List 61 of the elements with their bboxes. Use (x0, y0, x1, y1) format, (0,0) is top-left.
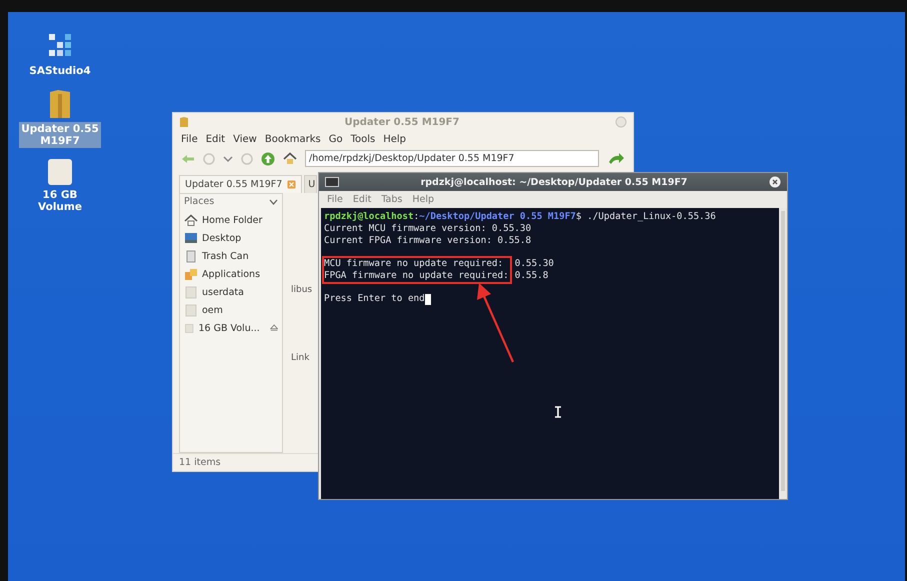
command-text: $ ./Updater_Linux-0.55.36 (576, 211, 716, 222)
drive-icon (184, 322, 194, 334)
drive-icon (184, 286, 198, 298)
window-title: Updater 0.55 M19F7 (344, 116, 460, 128)
output-line: MCU firmware no update required: (324, 258, 504, 270)
menu-item[interactable]: Help (412, 194, 434, 205)
home-icon[interactable] (283, 152, 297, 165)
menu-item[interactable]: Edit (206, 134, 226, 145)
eject-icon[interactable] (270, 323, 278, 333)
version-value: 0.55.8 (514, 270, 550, 282)
sidebar-item[interactable]: userdata (202, 286, 244, 298)
sidebar-item[interactable]: Desktop (202, 232, 242, 244)
sidebar-item[interactable]: Home Folder (202, 214, 262, 226)
drive-icon[interactable] (47, 158, 73, 186)
prompt-separator: : (414, 211, 420, 222)
menu-item[interactable]: File (327, 194, 343, 205)
file-label[interactable]: Link (291, 353, 310, 363)
prompt-user: rpdzkj@localhost (324, 211, 414, 222)
monitor-icon (184, 232, 198, 244)
caret-icon[interactable] (223, 154, 233, 162)
back-arrow-icon[interactable] (181, 152, 195, 164)
menu-item[interactable]: Tools (350, 134, 376, 145)
output-line: Current FPGA firmware version: 0.55.8 (324, 235, 532, 247)
tab[interactable]: U (304, 175, 318, 193)
mouse-pointer-icon (554, 406, 562, 418)
terminal-icon (325, 177, 339, 187)
folder-icon[interactable] (48, 88, 72, 120)
go-arrow-icon[interactable] (607, 152, 625, 166)
output-line: Press Enter to end (324, 293, 425, 305)
circle-icon[interactable] (203, 152, 215, 164)
tab[interactable]: Updater 0.55 M19F7 (179, 175, 302, 193)
output-line: Current MCU firmware version: 0.55.30 (324, 223, 532, 235)
desktop-icon-label[interactable]: SAStudio4 (19, 64, 101, 78)
apps-icon (184, 268, 198, 280)
menu-item[interactable]: Bookmarks (264, 134, 321, 145)
file-label[interactable]: libus (291, 285, 312, 295)
desktop-icon-label[interactable]: 16 GB Volume (19, 188, 101, 214)
menu-item[interactable]: Go (328, 134, 343, 145)
home-icon (184, 214, 198, 226)
sidebar-item[interactable]: Trash Can (202, 250, 249, 262)
close-icon[interactable] (769, 176, 781, 188)
folder-icon (179, 116, 189, 128)
window-title: rpdzkj@localhost: ~/Desktop/Updater 0.55 M19F7 (420, 176, 688, 188)
menu-item[interactable]: View (233, 134, 257, 145)
trash-icon (184, 250, 198, 262)
prompt-path: ~/Desktop/Updater 0.55 M19F7 (419, 211, 576, 222)
menu-item[interactable]: Help (383, 134, 406, 145)
menu-item[interactable]: Tabs (381, 194, 402, 205)
sidebar-item[interactable]: Applications (202, 268, 260, 280)
sidebar-header: Places (184, 196, 214, 207)
status-text: 11 items (179, 457, 221, 468)
output-line: FPGA firmware no update required: (324, 270, 509, 282)
sidebar-item[interactable]: 16 GB Volu... (198, 322, 260, 334)
circle-icon[interactable] (241, 152, 253, 164)
address-field[interactable]: /home/rpdzkj/Desktop/Updater 0.55 M19F7 (305, 150, 599, 167)
sidebar-item[interactable]: oem (202, 304, 223, 316)
caret-icon[interactable] (269, 198, 278, 204)
drive-icon (184, 304, 198, 316)
menu-item[interactable]: File (181, 134, 198, 145)
version-value: 0.55.30 (514, 258, 554, 270)
menu-item[interactable]: Edit (352, 194, 372, 205)
